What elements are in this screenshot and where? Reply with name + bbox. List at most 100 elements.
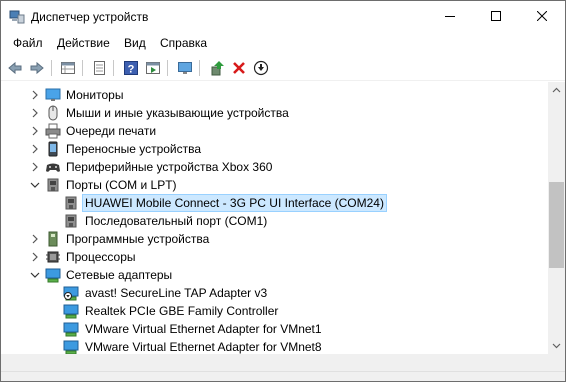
device-manager-app-icon — [9, 10, 25, 24]
tree-node-label: Последовательный порт (COM1) — [85, 214, 268, 228]
network-adapter-icon — [63, 304, 79, 319]
forward-arrow-icon — [30, 61, 44, 75]
vertical-scrollbar[interactable] — [548, 82, 565, 354]
status-bar — [1, 371, 565, 381]
tree-node-vmnet8[interactable]: VMware Virtual Ethernet Adapter for VMne… — [1, 338, 548, 354]
update-driver-icon — [211, 61, 224, 76]
forward-button[interactable] — [27, 58, 47, 78]
tree-node-vmnet1[interactable]: VMware Virtual Ethernet Adapter for VMne… — [1, 320, 548, 338]
chevron-down-icon[interactable] — [29, 269, 41, 281]
tree-node-ports[interactable]: Порты (COM и LPT) — [1, 176, 548, 194]
back-button[interactable] — [5, 58, 25, 78]
tree-node-label: Периферийные устройства Xbox 360 — [66, 160, 273, 174]
menu-file[interactable]: Файл — [13, 36, 43, 50]
tree-node-huawei-com24[interactable]: HUAWEI Mobile Connect - 3G PC UI Interfa… — [1, 194, 548, 212]
device-tree[interactable]: Мониторы Мыши и иные указывающие устройс… — [1, 82, 548, 354]
menu-bar: Файл Действие Вид Справка — [1, 32, 565, 54]
download-icon — [253, 60, 269, 76]
chevron-down-icon[interactable] — [29, 179, 41, 191]
chevron-right-icon[interactable] — [29, 233, 41, 245]
update-driver-button[interactable] — [207, 58, 227, 78]
tree-node-label: Realtek PCIe GBE Family Controller — [85, 304, 279, 318]
network-adapter-icon — [45, 268, 61, 283]
tree-node-label: HUAWEI Mobile Connect - 3G PC UI Interfa… — [82, 194, 387, 212]
maximize-button[interactable] — [473, 1, 519, 32]
tree-node-mice[interactable]: Мыши и иные указывающие устройства — [1, 104, 548, 122]
scroll-up-button[interactable] — [548, 82, 565, 99]
software-device-icon — [48, 231, 58, 247]
tree-node-label: Мониторы — [66, 88, 124, 102]
menu-action[interactable]: Действие — [57, 36, 110, 50]
toolbar-separator — [167, 60, 168, 76]
tree-node-label: VMware Virtual Ethernet Adapter for VMne… — [85, 322, 322, 336]
tree-node-label: Процессоры — [66, 250, 136, 264]
gamepad-icon — [46, 163, 60, 172]
help-icon: ? — [124, 61, 138, 76]
action-pane-button[interactable] — [143, 58, 163, 78]
help-button[interactable]: ? — [121, 58, 141, 78]
device-manager-window: Диспетчер устройств Файл Действие Вид Сп… — [0, 0, 566, 382]
chevron-up-icon — [552, 87, 561, 93]
uninstall-x-icon — [233, 62, 245, 74]
tree-node-label: Программные устройства — [66, 232, 210, 246]
tree-node-label: Очереди печати — [66, 124, 157, 138]
scan-hardware-button[interactable] — [175, 58, 195, 78]
tree-node-software-devices[interactable]: Программные устройства — [1, 230, 548, 248]
scroll-down-button[interactable] — [548, 337, 565, 354]
chevron-right-icon[interactable] — [29, 251, 41, 263]
network-adapter-disabled-icon — [63, 286, 79, 301]
properties-grid-icon — [61, 62, 75, 74]
tree-node-realtek[interactable]: Realtek PCIe GBE Family Controller — [1, 302, 548, 320]
scroll-thumb[interactable] — [549, 182, 564, 268]
page-icon — [94, 61, 105, 75]
action-pane-icon — [146, 62, 160, 74]
properties-button[interactable] — [58, 58, 78, 78]
mouse-icon — [48, 105, 58, 121]
window-title: Диспетчер устройств — [31, 10, 149, 24]
chevron-right-icon[interactable] — [29, 161, 41, 173]
download-button[interactable] — [251, 58, 271, 78]
chevron-right-icon[interactable] — [29, 125, 41, 137]
toolbar-separator — [82, 60, 83, 76]
chevron-right-icon[interactable] — [29, 107, 41, 119]
computer-monitor-icon — [178, 62, 192, 74]
tree-node-monitors[interactable]: Мониторы — [1, 86, 548, 104]
tree-node-label: Порты (COM и LPT) — [66, 178, 177, 192]
close-button[interactable] — [519, 1, 565, 32]
tree-node-label: avast! SecureLine TAP Adapter v3 — [85, 286, 268, 300]
chevron-down-icon — [552, 343, 561, 349]
toolbar-separator — [199, 60, 200, 76]
tree-node-portable-devices[interactable]: Переносные устройства — [1, 140, 548, 158]
tree-node-avast-tap[interactable]: avast! SecureLine TAP Adapter v3 — [1, 284, 548, 302]
close-icon — [537, 11, 547, 21]
menu-view[interactable]: Вид — [124, 36, 146, 50]
chevron-right-icon[interactable] — [29, 89, 41, 101]
title-bar[interactable]: Диспетчер устройств — [1, 1, 565, 32]
uninstall-button[interactable] — [229, 58, 249, 78]
chevron-right-icon[interactable] — [29, 143, 41, 155]
minimize-button[interactable] — [427, 1, 473, 32]
svg-text:?: ? — [128, 64, 135, 76]
tree-node-serial-com1[interactable]: Последовательный порт (COM1) — [1, 212, 548, 230]
network-adapter-icon — [63, 322, 79, 337]
menu-help[interactable]: Справка — [160, 36, 207, 50]
printer-icon — [45, 123, 61, 139]
tree-node-network-adapters[interactable]: Сетевые адаптеры — [1, 266, 548, 284]
minimize-icon — [445, 16, 455, 17]
page-button[interactable] — [89, 58, 109, 78]
portable-device-icon — [48, 141, 58, 157]
port-icon — [65, 196, 77, 210]
processor-icon — [46, 251, 60, 263]
tree-node-xbox-peripherals[interactable]: Периферийные устройства Xbox 360 — [1, 158, 548, 176]
tree-node-print-queues[interactable]: Очереди печати — [1, 122, 548, 140]
tree-node-label: Мыши и иные указывающие устройства — [66, 106, 289, 120]
maximize-icon — [491, 11, 501, 21]
toolbar-separator — [51, 60, 52, 76]
port-icon — [65, 214, 77, 228]
network-adapter-icon — [63, 340, 79, 354]
port-icon — [47, 178, 59, 192]
tree-node-processors[interactable]: Процессоры — [1, 248, 548, 266]
tree-node-label: VMware Virtual Ethernet Adapter for VMne… — [85, 340, 322, 354]
horizontal-scrollbar[interactable] — [1, 354, 548, 371]
scrollbar-corner — [548, 354, 565, 371]
